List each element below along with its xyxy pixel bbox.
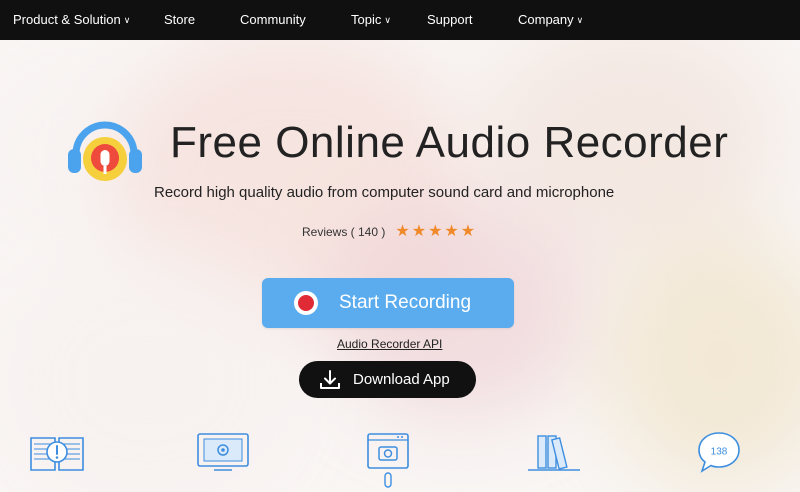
reviews-count-label[interactable]: Reviews ( 140 ) (302, 225, 385, 239)
book-info-icon (30, 437, 84, 471)
reviews-rating: Reviews ( 140 ) ★ ★ ★ ★ ★ (302, 224, 477, 240)
page-subtitle: Record high quality audio from computer … (154, 184, 615, 201)
nav-community[interactable]: Community (240, 0, 306, 40)
settings-monitor-icon (197, 433, 249, 471)
audio-recorder-api-link[interactable]: Audio Recorder API (337, 337, 442, 351)
start-recording-label: Start Recording (339, 292, 472, 313)
chevron-down-icon: ∨ (123, 15, 131, 25)
top-nav: Product & Solution ∨ Store Community Topi… (0, 0, 800, 40)
chevron-down-icon: ∨ (576, 15, 584, 25)
star-icon: ★ (460, 223, 476, 240)
star-icon: ★ (395, 223, 410, 240)
nav-topic[interactable]: Topic ∨ (351, 0, 391, 40)
page-title: Free Online Audio Recorder (170, 118, 729, 167)
headphones-record-icon (68, 121, 142, 181)
nav-support[interactable]: Support (427, 0, 473, 40)
chevron-down-icon: ∨ (384, 15, 391, 25)
library-books-icon (528, 435, 580, 471)
chat-bubble-icon: 138 (698, 432, 740, 473)
nav-company[interactable]: Company ∨ (518, 0, 583, 40)
star-icon: ★ (411, 223, 427, 240)
star-icon: ★ (444, 223, 459, 240)
camera-window-icon (367, 433, 409, 488)
start-recording-button[interactable]: Start Recording (262, 278, 514, 328)
nav-store[interactable]: Store (164, 0, 195, 40)
download-app-label: Download App (353, 371, 450, 388)
star-rating: ★ ★ ★ ★ ★ (395, 224, 477, 240)
download-icon (320, 369, 340, 389)
star-icon: ★ (428, 223, 443, 240)
record-icon (294, 291, 318, 315)
nav-product-solution[interactable]: Product & Solution ∨ (13, 0, 130, 40)
download-app-button[interactable]: Download App (299, 361, 476, 398)
chat-count-label: 138 (711, 447, 728, 458)
